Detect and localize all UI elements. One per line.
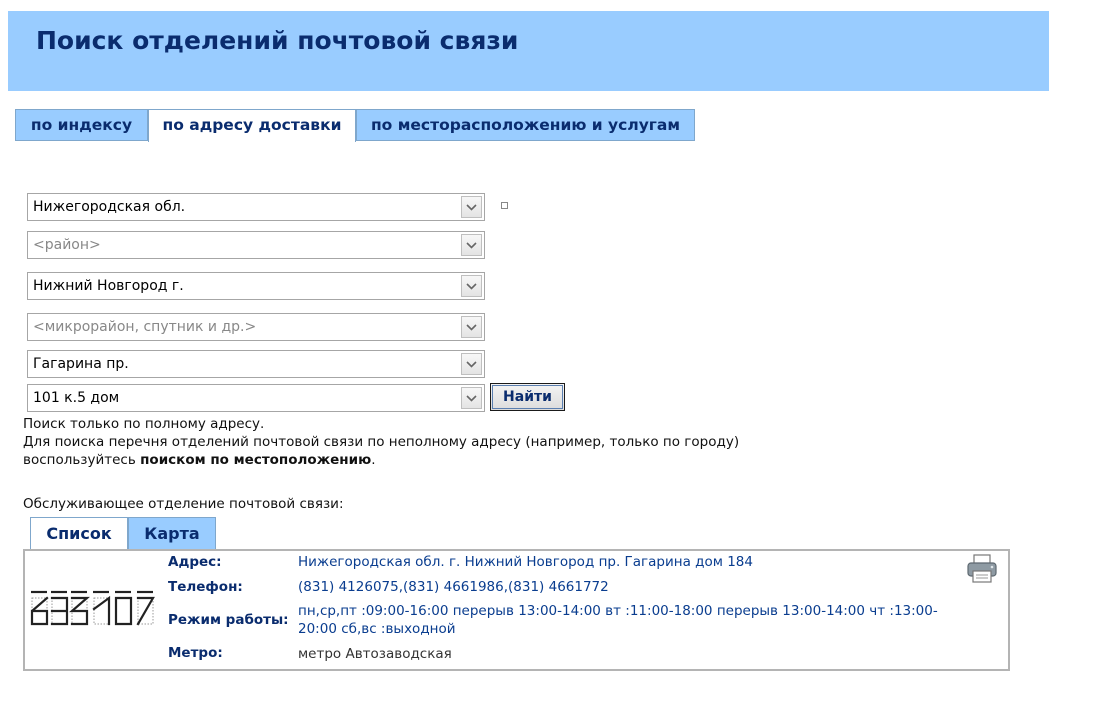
tab-list[interactable]: Список <box>30 517 128 551</box>
hours-value: пн,ср,пт :09:00-16:00 перерыв 13:00-14:0… <box>298 603 938 637</box>
hours-label: Режим работы: <box>168 612 289 628</box>
chevron-down-icon[interactable] <box>461 353 482 375</box>
post-office-result: Адрес: Нижегородская обл. г. Нижний Новг… <box>23 549 1010 671</box>
address-label: Адрес: <box>168 554 222 570</box>
metro-label: Метро: <box>168 645 223 661</box>
checkbox[interactable] <box>501 202 508 209</box>
district-select[interactable]: <район> <box>27 231 485 259</box>
house-select[interactable]: 101 к.5 дом <box>27 384 485 412</box>
microdistrict-select[interactable]: <микрорайон, спутник и др.> <box>27 313 485 341</box>
printer-icon[interactable] <box>966 554 998 584</box>
region-select[interactable]: Нижегородская обл. <box>27 193 485 221</box>
note-partial-address: Для поиска перечня отделений почтовой св… <box>23 434 740 450</box>
street-select-value: Гагарина пр. <box>33 356 129 372</box>
note-full-address: Поиск только по полному адресу. <box>23 416 265 432</box>
house-select-value: 101 к.5 дом <box>33 390 120 406</box>
postal-code-image <box>30 590 155 626</box>
tab-by-address[interactable]: по адресу доставки <box>148 109 356 142</box>
chevron-down-icon[interactable] <box>461 196 482 218</box>
chevron-down-icon[interactable] <box>461 387 482 409</box>
phone-label: Телефон: <box>168 579 243 595</box>
note-location-search: воспользуйтесь поиском по местоположению… <box>23 452 376 468</box>
page-title: Поиск отделений почтовой связи <box>36 26 519 55</box>
tab-by-location[interactable]: по месторасположению и услугам <box>356 109 695 141</box>
location-search-link[interactable]: поиском по местоположению <box>140 452 371 468</box>
result-heading: Обслуживающее отделение почтовой связи: <box>23 496 344 512</box>
city-select-value: Нижний Новгород г. <box>33 278 184 294</box>
chevron-down-icon[interactable] <box>461 275 482 297</box>
find-button[interactable]: Найти <box>490 383 565 411</box>
note-prefix: воспользуйтесь <box>23 452 141 468</box>
tab-by-index[interactable]: по индексу <box>15 109 148 141</box>
chevron-down-icon[interactable] <box>461 234 482 256</box>
tab-map[interactable]: Карта <box>128 517 216 550</box>
microdistrict-select-placeholder: <микрорайон, спутник и др.> <box>33 319 257 335</box>
city-select[interactable]: Нижний Новгород г. <box>27 272 485 300</box>
note-suffix: . <box>371 452 376 468</box>
metro-value: метро Автозаводская <box>298 646 452 662</box>
page-header: Поиск отделений почтовой связи <box>8 11 1049 91</box>
region-select-value: Нижегородская обл. <box>33 199 186 215</box>
street-select[interactable]: Гагарина пр. <box>27 350 485 378</box>
address-value: Нижегородская обл. г. Нижний Новгород пр… <box>298 554 753 570</box>
phone-value: (831) 4126075,(831) 4661986,(831) 466177… <box>298 579 609 595</box>
chevron-down-icon[interactable] <box>461 316 482 338</box>
district-select-placeholder: <район> <box>33 237 101 253</box>
